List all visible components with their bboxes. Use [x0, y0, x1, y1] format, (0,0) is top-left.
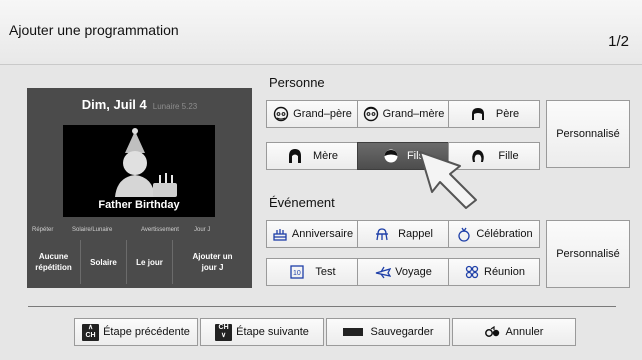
header-warning: Avertissement [141, 227, 179, 233]
test-icon: 10 [288, 263, 306, 281]
schedule-screen: Ajouter une programmation 1/2 Dim, Juil … [0, 0, 642, 360]
save-key-icon [342, 328, 363, 336]
header-d-day: Jour J [194, 227, 211, 233]
channel-up-key-icon: ∧ CH [82, 323, 100, 341]
header-repeat: Répéter [32, 227, 54, 233]
event-birthday-button[interactable]: Anniversaire [266, 220, 358, 248]
mother-icon [286, 147, 304, 165]
schedule-preview-card: Dim, Juil 4 Lunaire 5.23 Father Birthday … [27, 88, 252, 288]
title-bar: Ajouter une programmation 1/2 [0, 0, 642, 65]
option-warning-value: Le jour [127, 240, 173, 284]
preview-date: Dim, Juil 4 [81, 97, 147, 112]
page-title: Ajouter une programmation [9, 22, 179, 38]
previous-step-button[interactable]: ∧ CH Étape précédente [74, 318, 198, 346]
event-test-button[interactable]: 10 Test [266, 258, 358, 286]
person-father-label: Père [495, 108, 520, 120]
event-travel-label: Voyage [395, 266, 432, 278]
person-mother-button[interactable]: Mère [266, 142, 358, 170]
event-heading: Événement [269, 195, 335, 210]
grandfather-icon [272, 105, 290, 123]
person-grandfather-label: Grand–père [293, 108, 352, 120]
next-step-button[interactable]: CH ∨ Étape suivante [200, 318, 324, 346]
father-icon [469, 105, 487, 123]
cancel-label: Annuler [505, 326, 544, 338]
meeting-icon [463, 263, 481, 281]
event-travel-button[interactable]: Voyage [357, 258, 449, 286]
option-solar-value: Solaire [81, 240, 127, 284]
person-grandmother-label: Grand–mère [382, 108, 445, 120]
travel-icon [374, 263, 392, 281]
event-meeting-label: Réunion [484, 266, 525, 278]
celebration-icon [455, 225, 473, 243]
birthday-cake-icon [271, 225, 289, 243]
preview-date-row: Dim, Juil 4 Lunaire 5.23 [27, 96, 252, 114]
nav-divider [28, 306, 616, 307]
pointer-arrow-icon [419, 151, 477, 209]
save-button[interactable]: Sauvegarder [326, 318, 450, 346]
son-icon [382, 147, 400, 165]
event-celebration-label: Célébration [476, 228, 533, 240]
cancel-button[interactable]: Annuler [452, 318, 576, 346]
event-celebration-button[interactable]: Célébration [448, 220, 540, 248]
event-reminder-button[interactable]: Rappel [357, 220, 449, 248]
grandmother-icon [362, 105, 380, 123]
person-heading: Personne [269, 75, 325, 90]
memorial-icon [373, 225, 391, 243]
person-mother-label: Mère [312, 150, 339, 162]
preview-picture: Father Birthday [63, 125, 215, 217]
preview-option-values: Aucune répétition Solaire Le jour Ajoute… [27, 240, 252, 284]
person-father-button[interactable]: Père [448, 100, 540, 128]
event-birthday-label: Anniversaire [291, 228, 354, 240]
page-indicator: 1/2 [608, 33, 629, 50]
previous-step-label: Étape précédente [103, 326, 190, 338]
person-daughter-label: Fille [498, 150, 519, 162]
event-test-label: Test [315, 266, 336, 278]
header-solar-lunar: Solaire/Lunaire [72, 227, 113, 233]
save-label: Sauvegarder [370, 326, 434, 338]
event-reminder-label: Rappel [398, 228, 433, 240]
back-icon [484, 326, 501, 338]
event-custom-button[interactable]: Personnalisé [546, 220, 630, 288]
person-custom-button[interactable]: Personnalisé [546, 100, 630, 168]
channel-down-key-icon: CH ∨ [215, 323, 233, 341]
next-step-label: Étape suivante [236, 326, 309, 338]
svg-text:10: 10 [293, 270, 301, 277]
person-grandfather-button[interactable]: Grand–père [266, 100, 358, 128]
preview-picture-label: Father Birthday [98, 199, 180, 211]
person-grandmother-button[interactable]: Grand–mère [357, 100, 449, 128]
option-d-day-value: Ajouter un jour J [192, 252, 233, 272]
option-repeat-value: Aucune répétition [27, 240, 81, 284]
preview-lunar-date: Lunaire 5.23 [152, 102, 198, 111]
event-meeting-button[interactable]: Réunion [448, 258, 540, 286]
